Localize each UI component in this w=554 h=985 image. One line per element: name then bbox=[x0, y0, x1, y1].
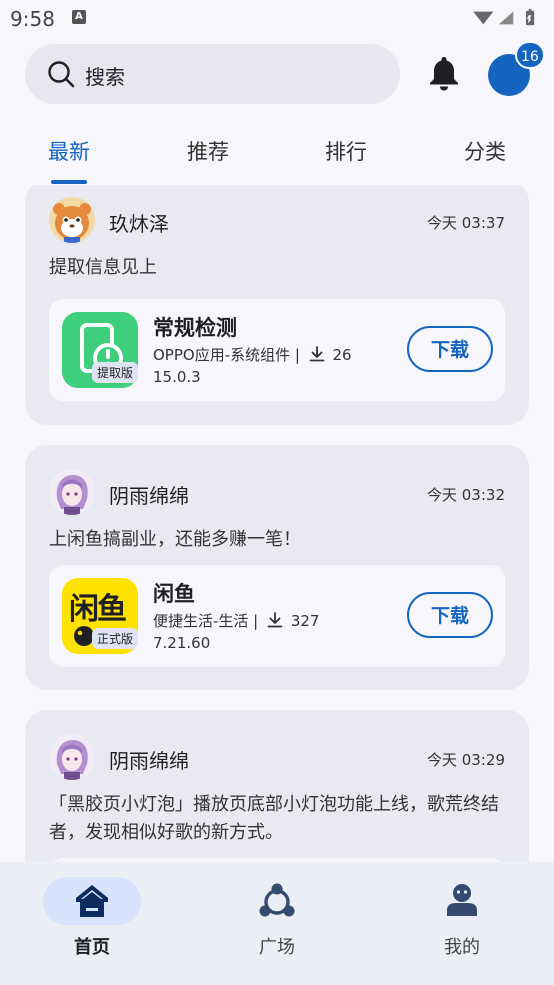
tab-recommended[interactable]: 推荐 bbox=[187, 136, 229, 166]
notification-badge: 16 bbox=[515, 41, 545, 69]
search-placeholder: 搜索 bbox=[85, 65, 125, 89]
user-name[interactable]: 阴雨绵绵 bbox=[109, 480, 189, 509]
status-time: 9:58 bbox=[10, 7, 55, 31]
nav-profile[interactable]: 我的 bbox=[392, 862, 532, 985]
post-text: 「黑胶页小灯泡」播放页底部小灯泡功能上线，歌荒终结者，发现相似好歌的新方式。 bbox=[49, 794, 499, 843]
app-card[interactable]: 提取版 常规检测 OPPO应用-系统组件 | 26 15.0.3 下载 bbox=[49, 299, 505, 401]
nav-square[interactable]: 广场 bbox=[207, 862, 347, 985]
app-version-tag: 正式版 bbox=[92, 628, 139, 649]
bell-icon[interactable] bbox=[428, 55, 460, 91]
app-card[interactable]: 闲鱼 正式版 闲鱼 便捷生活-生活 | 327 7.21.60 下载 bbox=[49, 565, 505, 667]
user-name[interactable]: 阴雨绵绵 bbox=[109, 745, 189, 774]
download-icon bbox=[267, 612, 283, 628]
app-version: 7.21.60 bbox=[153, 634, 211, 652]
app-category: OPPO应用-系统组件 | bbox=[153, 346, 300, 364]
app-icon-text: 闲鱼 bbox=[69, 592, 127, 627]
share-icon bbox=[259, 883, 295, 917]
tab-latest[interactable]: 最新 bbox=[48, 136, 90, 166]
post-card[interactable]: 阴雨绵绵 今天 03:32 上闲鱼搞副业，还能多赚一笔！ 闲鱼 正式版 闲鱼 便… bbox=[25, 445, 529, 690]
post-time: 今天 03:29 bbox=[427, 751, 505, 769]
app-version: 15.0.3 bbox=[153, 368, 201, 386]
tab-ranking[interactable]: 排行 bbox=[325, 136, 367, 166]
app-meta: 便捷生活-生活 | 327 bbox=[153, 610, 319, 631]
download-button[interactable]: 下载 bbox=[407, 326, 493, 372]
tab-category[interactable]: 分类 bbox=[464, 136, 506, 166]
avatar[interactable] bbox=[49, 197, 95, 243]
notification-icon: A bbox=[72, 10, 86, 24]
profile-icon bbox=[447, 884, 477, 916]
feed-list[interactable]: 玖炑泽 今天 03:37 提取信息见上 提取版 常规检测 OPPO应用-系统组件… bbox=[0, 185, 554, 862]
status-bar: 9:58 A bbox=[0, 0, 554, 38]
avatar[interactable] bbox=[49, 469, 95, 515]
download-count: 327 bbox=[290, 612, 320, 630]
search-icon bbox=[48, 61, 75, 88]
post-time: 今天 03:32 bbox=[427, 486, 505, 504]
user-name[interactable]: 玖炑泽 bbox=[109, 208, 169, 237]
download-count: 26 bbox=[332, 346, 352, 364]
nav-profile-label: 我的 bbox=[444, 937, 480, 958]
app-version-tag: 提取版 bbox=[92, 362, 139, 383]
post-card[interactable]: 玖炑泽 今天 03:37 提取信息见上 提取版 常规检测 OPPO应用-系统组件… bbox=[25, 185, 529, 425]
app-name: 闲鱼 bbox=[153, 582, 195, 606]
hamster-avatar-icon bbox=[49, 197, 95, 243]
app-meta: OPPO应用-系统组件 | 26 bbox=[153, 344, 352, 365]
anime-avatar-icon bbox=[49, 469, 95, 515]
nav-square-label: 广场 bbox=[259, 937, 295, 958]
post-text: 提取信息见上 bbox=[49, 257, 157, 278]
bottom-nav: 首页 广场 我的 bbox=[0, 862, 554, 985]
post-text: 上闲鱼搞副业，还能多赚一笔！ bbox=[49, 529, 301, 550]
nav-home[interactable]: 首页 bbox=[22, 862, 162, 985]
download-icon bbox=[309, 346, 325, 362]
avatar[interactable] bbox=[49, 734, 95, 780]
signal-battery-icon bbox=[473, 8, 535, 26]
search-bar[interactable]: 搜索 bbox=[25, 44, 400, 104]
app-category: 便捷生活-生活 | bbox=[153, 612, 259, 630]
post-time: 今天 03:37 bbox=[427, 214, 505, 232]
nav-home-label: 首页 bbox=[74, 937, 110, 958]
post-card[interactable]: 阴雨绵绵 今天 03:29 「黑胶页小灯泡」播放页底部小灯泡功能上线，歌荒终结者… bbox=[25, 710, 529, 862]
app-screen: 9:58 A 搜索 16 最新 推荐 排行 分类 玖炑泽 今天 03:37 提取… bbox=[0, 0, 554, 985]
anime-avatar-icon bbox=[49, 734, 95, 780]
home-icon bbox=[76, 885, 108, 917]
download-button[interactable]: 下载 bbox=[407, 592, 493, 638]
tab-indicator bbox=[51, 180, 87, 184]
app-name: 常规检测 bbox=[153, 316, 237, 340]
